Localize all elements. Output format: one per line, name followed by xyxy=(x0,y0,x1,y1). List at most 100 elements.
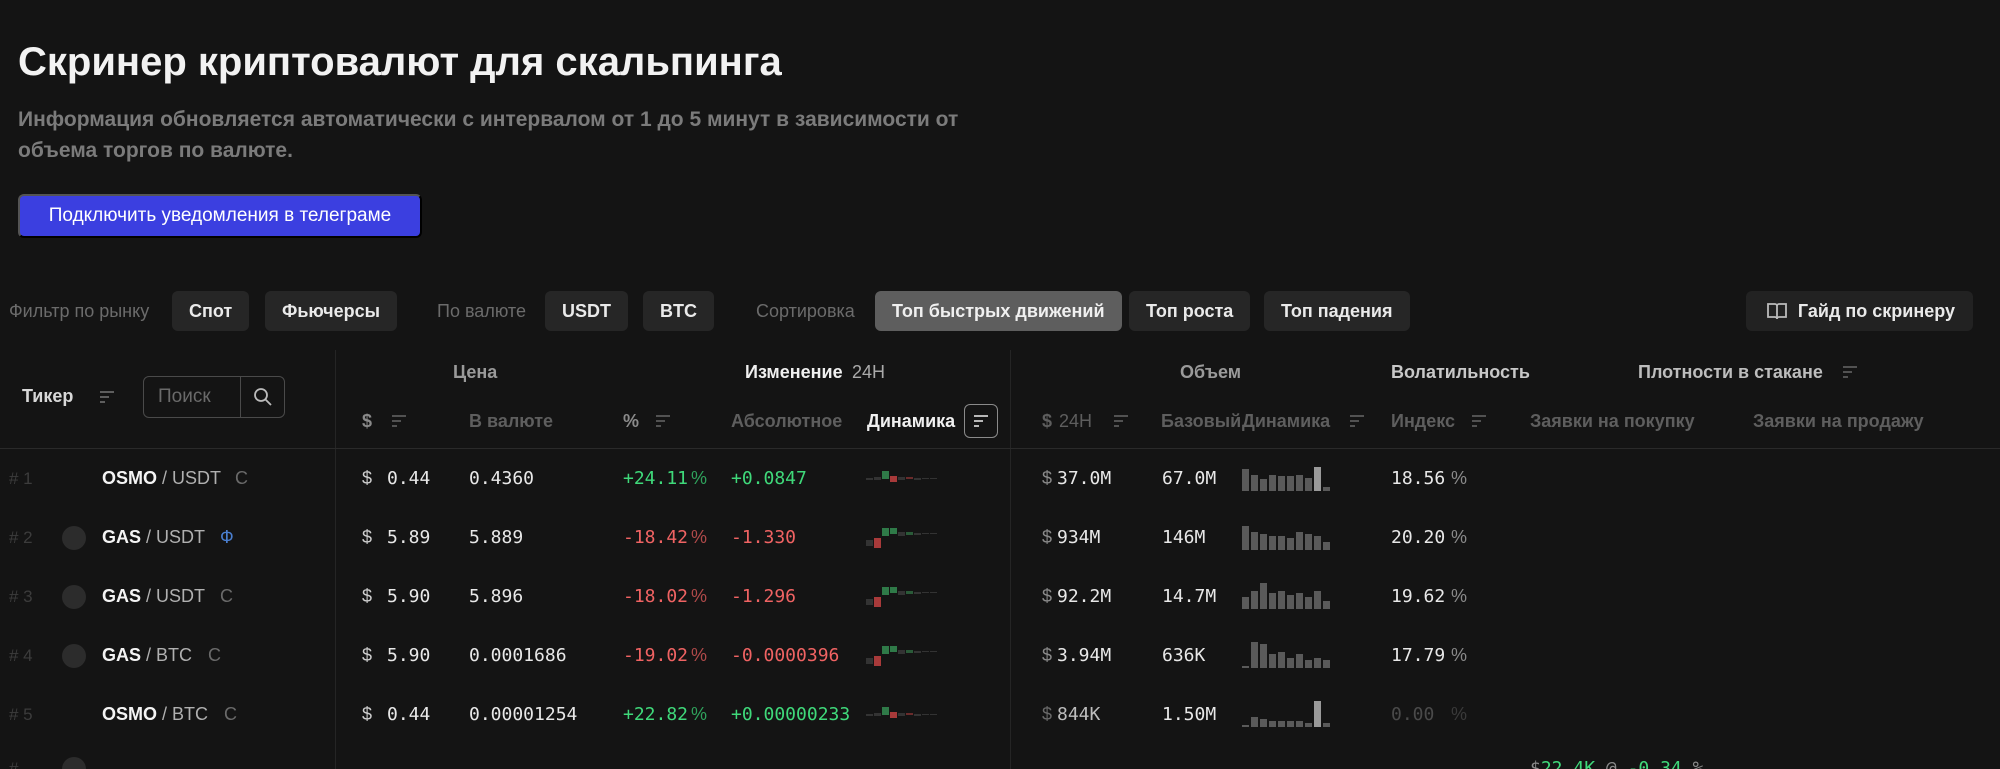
ticker-pair[interactable]: OSMO / USDT xyxy=(102,449,221,508)
bid-volume: 22.4K xyxy=(1540,758,1596,769)
volume-dynamics-sparkline xyxy=(1242,467,1330,491)
currency-btc-chip[interactable]: BTC xyxy=(643,291,714,331)
volume-usd: 92.2M xyxy=(1057,586,1112,607)
market-filter-label: Фильтр по рынку xyxy=(9,301,150,321)
volume-dynamics-sort-icon[interactable] xyxy=(1340,404,1374,438)
ticker-pair[interactable]: OSMO / BTC xyxy=(102,685,208,744)
table-row[interactable]: # 2 GAS / USDT Ф $5.89 5.889 -18.42% -1.330 $93… xyxy=(0,508,2000,567)
volume-bar xyxy=(1242,597,1249,609)
volume-bar xyxy=(1305,660,1312,668)
search-button[interactable] xyxy=(241,377,284,417)
dollar-sign: $ xyxy=(1042,645,1053,665)
sort-decline-chip[interactable]: Топ падения xyxy=(1264,291,1410,331)
volatility-sort-icon[interactable] xyxy=(1462,404,1496,438)
sparkline-candle xyxy=(890,587,897,593)
ticker-pair[interactable]: GAS / USDT xyxy=(102,508,205,567)
volume-usd: 844K xyxy=(1057,704,1101,725)
sparkline-candle xyxy=(866,599,873,605)
currency-filter-label: По валюте xyxy=(437,301,526,321)
sparkline-candle xyxy=(882,587,889,595)
table-row[interactable]: # 5 OSMO / BTC С $0.44 0.00001254 +22.82% +0.0… xyxy=(0,685,2000,744)
table-row[interactable]: # 4 GAS / BTC С $5.90 0.0001686 -19.02% -0.000… xyxy=(0,626,2000,685)
volume-bar xyxy=(1323,542,1330,550)
sparkline-candle xyxy=(890,646,897,652)
volume-bar xyxy=(1278,591,1285,609)
ticker-pair[interactable]: GAS / BTC xyxy=(102,626,192,685)
quote-currency: / USDT xyxy=(162,468,222,488)
table-row[interactable]: # 1 OSMO / USDT С $0.44 0.4360 +24.11% +0.0847… xyxy=(0,449,2000,508)
change-dynamics-sort-icon[interactable] xyxy=(964,404,998,438)
volume-bar xyxy=(1314,467,1321,491)
volume-sort-icon[interactable] xyxy=(1104,404,1138,438)
ticker-pair[interactable]: GAS / USDT xyxy=(102,567,205,626)
dollar-sign: $ xyxy=(1042,586,1053,606)
quote-currency: / USDT xyxy=(146,586,206,606)
quote-currency: / USDT xyxy=(146,527,206,547)
sparkline-candle xyxy=(930,478,937,479)
ticker-search-input[interactable] xyxy=(144,377,241,417)
sparkline-candle xyxy=(874,538,881,548)
volatility-index: 20.20 xyxy=(1391,527,1446,548)
percent-sign: % xyxy=(691,527,708,547)
ticker-sort-icon[interactable] xyxy=(90,380,124,414)
change-dynamics-sparkline xyxy=(866,587,937,607)
row-rank: # 4 xyxy=(9,646,33,665)
volume-bar xyxy=(1269,593,1276,609)
volume-bar xyxy=(1251,717,1258,727)
volume-bar xyxy=(1305,723,1312,727)
bid-distance: -0.34 xyxy=(1627,758,1682,769)
asks-header: Заявки на продажу xyxy=(1753,411,1924,431)
volume-base-header: Базовый xyxy=(1161,411,1242,431)
telegram-notifications-button[interactable]: Подключить уведомления в телеграме xyxy=(18,194,422,238)
volume-dynamics-sparkline xyxy=(1242,642,1330,668)
sparkline-candle xyxy=(898,477,905,480)
screener-guide-button[interactable]: Гайд по скринеру xyxy=(1745,291,1973,331)
change-pct: -18.42 xyxy=(623,527,689,548)
change-period[interactable]: 24Н xyxy=(852,362,885,383)
change-pct-header: % xyxy=(623,411,640,431)
table-row[interactable]: # 3 GAS / USDT С $5.90 5.896 -18.02% -1.296 $92… xyxy=(0,567,2000,626)
volume-usd: 37.0M xyxy=(1057,468,1112,489)
volume-base: 636K xyxy=(1162,645,1206,666)
bids-header: Заявки на покупку xyxy=(1530,411,1695,431)
price-group-header: Цена xyxy=(453,362,498,382)
price-usd: 5.90 xyxy=(387,586,431,607)
volume-bar xyxy=(1305,534,1312,550)
sparkline-candle xyxy=(914,478,921,480)
sparkline-candle xyxy=(866,714,873,716)
dollar-sign: $ xyxy=(1530,758,1541,769)
guide-label: Гайд по скринеру xyxy=(1797,300,1955,321)
sparkline-candle xyxy=(866,478,873,480)
market-spot-chip[interactable]: Спот xyxy=(172,291,250,331)
volume-bar xyxy=(1251,591,1258,609)
volume-dynamics-header: Динамика xyxy=(1242,411,1331,431)
volume-dynamics-sparkline xyxy=(1242,701,1330,727)
volume-bar xyxy=(1287,658,1294,668)
orderbook-sort-icon[interactable] xyxy=(1833,355,1867,389)
row-rank: # 2 xyxy=(9,528,33,547)
sparkline-candle xyxy=(922,533,929,534)
volume-bar xyxy=(1287,721,1294,727)
sort-growth-chip[interactable]: Топ роста xyxy=(1129,291,1251,331)
sparkline-candle xyxy=(890,528,897,534)
sparkline-candle xyxy=(922,651,929,652)
percent-sign: % xyxy=(1451,527,1468,547)
market-type-badge: С xyxy=(220,586,233,606)
price-sort-icon[interactable] xyxy=(382,404,416,438)
at-sign: @ xyxy=(1605,758,1617,769)
market-futures-chip[interactable]: Фьючерсы xyxy=(265,291,397,331)
price-quote: 5.889 xyxy=(469,527,524,548)
sparkline-candle xyxy=(898,591,905,595)
volume-bar xyxy=(1314,536,1321,550)
price-quote: 0.0001686 xyxy=(469,645,567,666)
volume-bar xyxy=(1323,660,1330,668)
base-currency: OSMO xyxy=(102,704,158,724)
currency-usdt-chip[interactable]: USDT xyxy=(545,291,628,331)
percent-sign: % xyxy=(1692,758,1704,769)
change-dynamics-sparkline xyxy=(866,707,937,718)
sort-fast-moves-chip[interactable]: Топ быстрых движений xyxy=(875,291,1122,331)
table-row-partial[interactable]: # $22.4K @ -0.34 % xyxy=(0,739,2000,769)
change-dynamics-header: Динамика xyxy=(867,411,956,431)
change-pct-sort-icon[interactable] xyxy=(646,404,680,438)
sparkline-candle xyxy=(922,714,929,715)
